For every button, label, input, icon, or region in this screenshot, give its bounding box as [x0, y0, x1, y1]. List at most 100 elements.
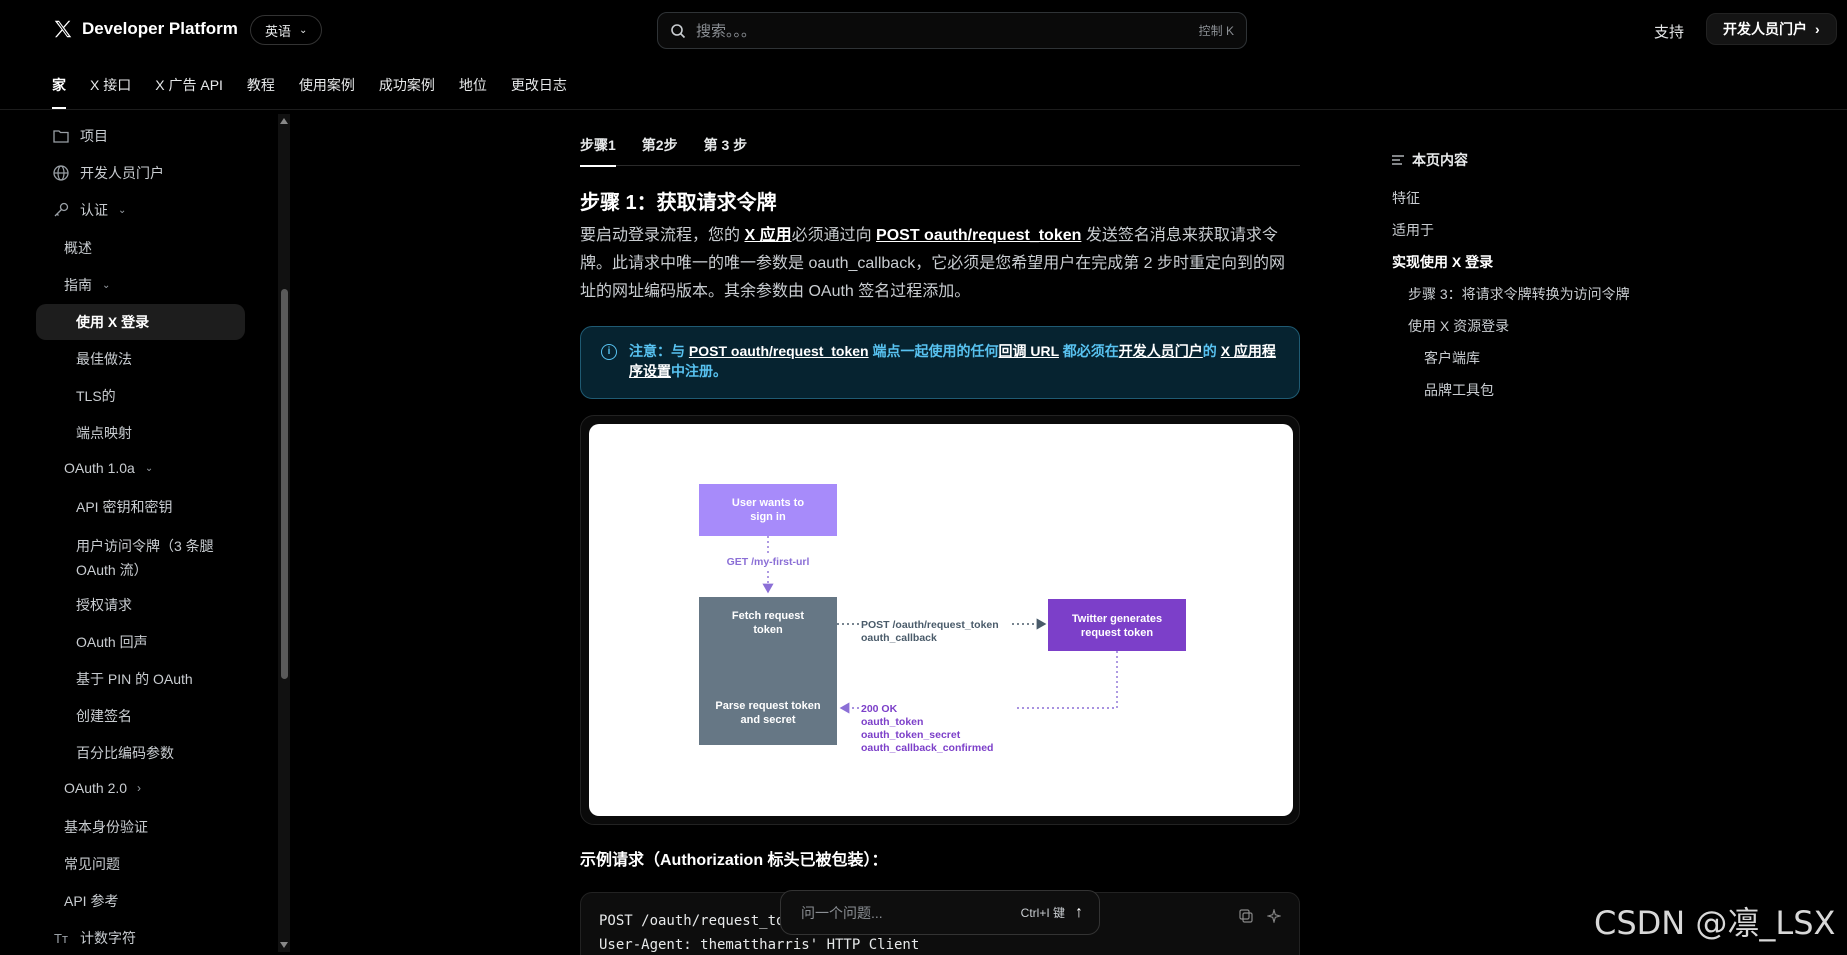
sidebar-item-endpoint-map[interactable]: 端点映射 — [76, 423, 132, 443]
sidebar-item-oauth-echo[interactable]: OAuth 回声 — [76, 632, 148, 652]
note-text: 端点一起使用的任何 — [868, 343, 999, 359]
request-token-link[interactable]: POST oauth/request_token — [876, 227, 1081, 244]
step-tabs: 步骤1 第2步 第 3 步 — [580, 120, 1300, 167]
code-line: User-Agent: themattharris' HTTP Client — [599, 937, 920, 953]
arrow-up-icon[interactable]: ↑ — [1075, 904, 1083, 922]
para-text: 要启动登录流程，您的 — [580, 227, 745, 244]
box-user-wants-line2: sign in — [750, 511, 786, 523]
sidebar-item-label: 概述 — [64, 240, 92, 256]
brand-name: Developer Platform — [82, 19, 238, 38]
scroll-thumb[interactable] — [281, 289, 288, 679]
sidebar-item-label: 最佳做法 — [76, 351, 132, 367]
sidebar-item-user-access-tokens[interactable]: 用户访问令牌（3 条腿 OAuth 流） — [76, 534, 214, 582]
sidebar-item-percent-encoding[interactable]: 百分比编码参数 — [76, 743, 174, 763]
search-placeholder: 搜索。。。 — [696, 23, 757, 40]
nav-tutorials[interactable]: 教程 — [247, 75, 275, 109]
ask-placeholder: 问一个问题... — [801, 904, 883, 921]
list-icon — [1392, 155, 1404, 165]
sidebar-item-label: 指南 — [64, 277, 92, 293]
chevron-down-icon: ⌄ — [144, 462, 154, 474]
sidebar-item-label-cont: OAuth 流） — [76, 562, 148, 578]
text-size-icon: Tт — [54, 930, 68, 946]
box-parse-line2: and secret — [740, 714, 795, 726]
sidebar-item-pin-oauth[interactable]: 基于 PIN 的 OAuth — [76, 669, 193, 689]
chevron-down-icon: ⌄ — [118, 204, 127, 216]
note-developer-portal-link[interactable]: 开发人员门户 — [1119, 343, 1203, 359]
tab-step-3[interactable]: 第 3 步 — [704, 120, 748, 166]
para-text: 必须通过向 — [791, 227, 877, 244]
sidebar-item-best-practices[interactable]: 最佳做法 — [76, 349, 132, 369]
nav-use-cases[interactable]: 使用案例 — [299, 75, 355, 109]
language-label: 英语 — [265, 23, 292, 39]
nav-status[interactable]: 地位 — [459, 75, 487, 109]
x-app-link[interactable]: X 应用 — [744, 227, 791, 244]
sidebar-item-authorizing-request[interactable]: 授权请求 — [76, 595, 132, 615]
search-input[interactable]: 搜索。。。 控制 K — [657, 12, 1247, 49]
diagram-svg: User wants to sign in GET /my-first-url … — [699, 484, 1186, 760]
sidebar-item-tls[interactable]: TLS的 — [76, 386, 116, 406]
note-text: 与 — [671, 343, 689, 359]
arrow-200-label2: oauth_token — [861, 716, 923, 728]
sidebar-item-faq[interactable]: 常见问题 — [64, 854, 120, 874]
box-twitter-line2: request token — [1081, 627, 1153, 639]
sidebar-item-label: 计数字符 — [80, 930, 136, 946]
brand[interactable]: Developer Platform — [52, 18, 238, 40]
note-request-token-link[interactable]: POST oauth/request_token — [689, 343, 869, 359]
main-nav: 家 X 接口 X 广告 API 教程 使用案例 成功案例 地位 更改日志 — [52, 75, 591, 109]
sidebar-item-basic-auth[interactable]: 基本身份验证 — [64, 817, 148, 837]
watermark: CSDN @凛_LSX — [1594, 904, 1836, 942]
ask-question-input[interactable]: 问一个问题... Ctrl+I 键 ↑ — [780, 890, 1100, 935]
toc-item-client-libraries[interactable]: 客户端库 — [1424, 348, 1480, 368]
copy-icon[interactable] — [1239, 909, 1253, 923]
note-callback-url-link[interactable]: 回调 URL — [998, 343, 1058, 359]
note-callout: i 注意：与 POST oauth/request_token 端点一起使用的任… — [580, 326, 1300, 399]
sidebar-item-oauth-1[interactable]: OAuth 1.0a ⌄ — [64, 460, 153, 476]
arrow-200-label3: oauth_token_secret — [861, 729, 961, 741]
toc-item-implementing[interactable]: 实现使用 X 登录 — [1392, 252, 1493, 272]
sidebar-item-api-keys[interactable]: API 密钥和密钥 — [76, 497, 172, 517]
note-text: 都必须在 — [1058, 343, 1119, 359]
arrow-get-label: GET /my-first-url — [727, 556, 810, 568]
sidebar-item-overview[interactable]: 概述 — [64, 238, 92, 258]
chevron-down-icon: ⌄ — [102, 279, 111, 291]
tab-step-1[interactable]: 步骤1 — [580, 120, 616, 167]
sidebar-item-label: 使用 X 登录 — [76, 314, 150, 330]
nav-changelog[interactable]: 更改日志 — [511, 75, 567, 109]
sidebar-item-guides[interactable]: 指南 ⌄ — [64, 275, 110, 295]
sidebar-item-developer-portal[interactable]: 开发人员门户 — [52, 163, 164, 183]
sidebar-item-counting-characters[interactable]: Tт 计数字符 — [52, 928, 136, 948]
sidebar-item-label: 认证 — [80, 202, 108, 218]
box-fetch-line1: Fetch request — [732, 610, 804, 622]
sidebar-item-label: 用户访问令牌（3 条腿 — [76, 538, 214, 554]
support-link[interactable]: 支持 — [1654, 21, 1684, 42]
nav-success-stories[interactable]: 成功案例 — [379, 75, 435, 109]
note-label: 注意： — [629, 343, 671, 359]
nav-x-ads-api[interactable]: X 广告 API — [155, 75, 223, 109]
toc-item-applies-to[interactable]: 适用于 — [1392, 220, 1434, 240]
sidebar-item-projects[interactable]: 项目 — [52, 126, 108, 146]
globe-icon — [52, 164, 70, 182]
nav-home[interactable]: 家 — [52, 75, 66, 109]
toc-item-resources[interactable]: 使用 X 资源登录 — [1408, 316, 1509, 336]
toc-item-brand-toolkit[interactable]: 品牌工具包 — [1424, 380, 1494, 400]
sidebar-item-authentication[interactable]: 认证 ⌄ — [52, 200, 126, 220]
box-user-wants — [699, 484, 837, 536]
sidebar-item-log-in-with-x[interactable]: 使用 X 登录 — [36, 304, 245, 340]
toc-item-features[interactable]: 特征 — [1392, 188, 1420, 208]
scroll-down-icon[interactable] — [280, 942, 288, 948]
language-select[interactable]: 英语 ⌄ — [250, 15, 323, 45]
scroll-up-icon[interactable] — [280, 118, 288, 124]
sidebar-scrollbar[interactable] — [278, 114, 290, 952]
developer-portal-button[interactable]: 开发人员门户 › — [1706, 13, 1837, 45]
nav-x-api[interactable]: X 接口 — [90, 75, 131, 109]
sidebar-item-oauth-2[interactable]: OAuth 2.0 › — [64, 780, 141, 796]
box-twitter-line1: Twitter generates — [1072, 613, 1162, 625]
sidebar-item-label: OAuth 回声 — [76, 634, 148, 650]
sidebar-item-creating-signature[interactable]: 创建签名 — [76, 706, 132, 726]
note-text: 的 — [1202, 343, 1221, 359]
sparkle-icon[interactable] — [1267, 909, 1281, 923]
arrow-post-label2: oauth_callback — [861, 632, 937, 644]
toc-item-step-3[interactable]: 步骤 3：将请求令牌转换为访问令牌 — [1408, 284, 1630, 304]
sidebar-item-api-reference[interactable]: API 参考 — [64, 891, 118, 911]
tab-step-2[interactable]: 第2步 — [642, 120, 678, 166]
